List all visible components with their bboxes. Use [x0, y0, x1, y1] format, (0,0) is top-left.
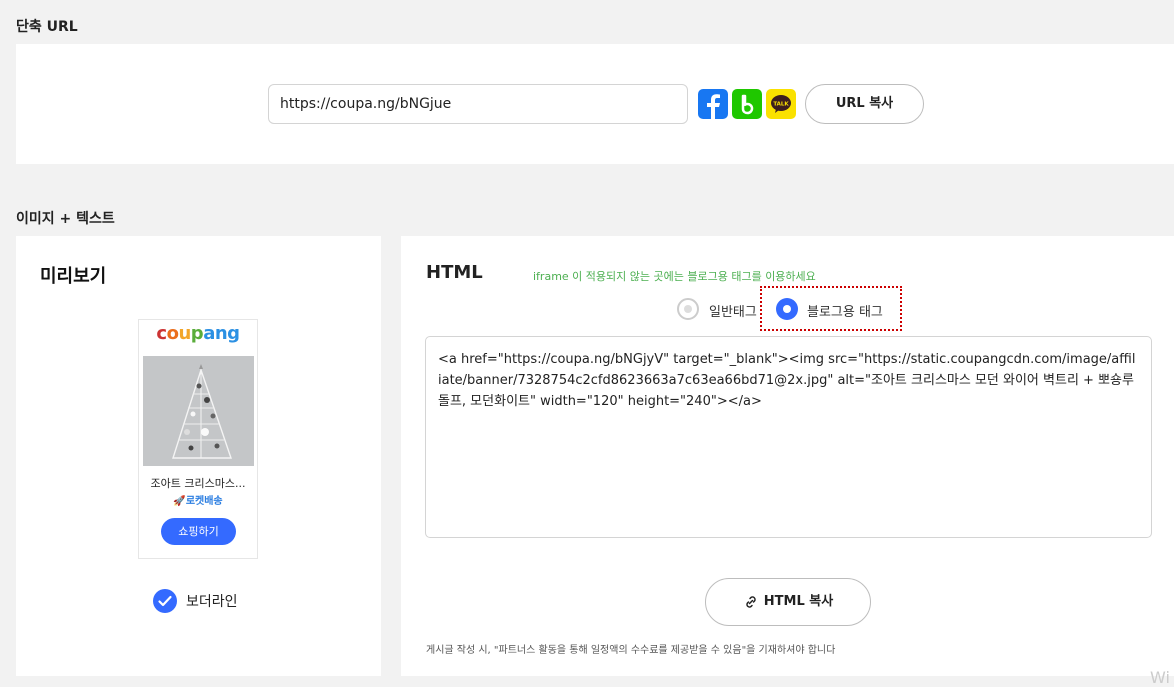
radio-normal-tag[interactable] — [677, 298, 699, 320]
iframe-hint: iframe 이 적용되지 않는 곳에는 블로그용 태그를 이용하세요 — [533, 270, 816, 283]
rocket-label: 로켓배송 — [185, 496, 223, 507]
shop-button[interactable]: 쇼핑하기 — [161, 518, 236, 545]
logo-letter: u — [178, 323, 191, 344]
logo-letter: g — [227, 323, 240, 344]
short-url-input[interactable] — [268, 84, 688, 124]
border-checkbox[interactable] — [153, 589, 177, 613]
logo-letter: n — [214, 323, 228, 344]
html-copy-label: HTML 복사 — [763, 594, 834, 609]
border-checkbox-label: 보더라인 — [186, 594, 238, 610]
radio-blog-tag-label[interactable]: 블로그용 태그 — [807, 301, 883, 320]
svg-text:TALK: TALK — [773, 102, 789, 108]
rocket-icon: 🚀 — [173, 496, 186, 507]
logo-letter: a — [203, 323, 215, 344]
preview-title: 미리보기 — [40, 266, 107, 287]
html-title: HTML — [426, 262, 483, 283]
radio-normal-tag-label[interactable]: 일반태그 — [709, 301, 757, 320]
url-copy-button[interactable]: URL 복사 — [805, 84, 924, 124]
product-name: 조아트 크리스마스... — [150, 477, 246, 490]
product-image — [143, 356, 254, 466]
disclosure-notice: 게시글 작성 시, "파트너스 활동을 통해 일정액의 수수료를 제공받을 수 … — [426, 645, 836, 656]
section-title-short-url: 단축 URL — [16, 19, 78, 35]
coupang-logo: coupang — [139, 323, 257, 344]
logo-letter: p — [190, 323, 204, 344]
rocket-delivery-badge: 🚀로켓배송 — [139, 492, 257, 507]
watermark: Wi — [1150, 668, 1170, 687]
logo-letter: c — [156, 323, 167, 344]
link-icon — [746, 595, 756, 608]
radio-blog-tag[interactable] — [776, 298, 798, 320]
banner-preview: coupang 조아트 크리스마스... 🚀로켓배송 쇼핑하기 — [138, 319, 258, 559]
kakaotalk-icon[interactable]: TALK — [766, 89, 796, 119]
facebook-icon[interactable] — [698, 89, 728, 119]
section-title-image-text: 이미지 + 텍스트 — [16, 211, 115, 227]
html-copy-button[interactable]: HTML 복사 — [705, 578, 871, 626]
html-code-textarea[interactable]: <a href="https://coupa.ng/bNGjyV" target… — [425, 336, 1152, 538]
check-icon — [158, 595, 172, 607]
logo-letter: o — [166, 323, 179, 344]
band-icon[interactable] — [732, 89, 762, 119]
